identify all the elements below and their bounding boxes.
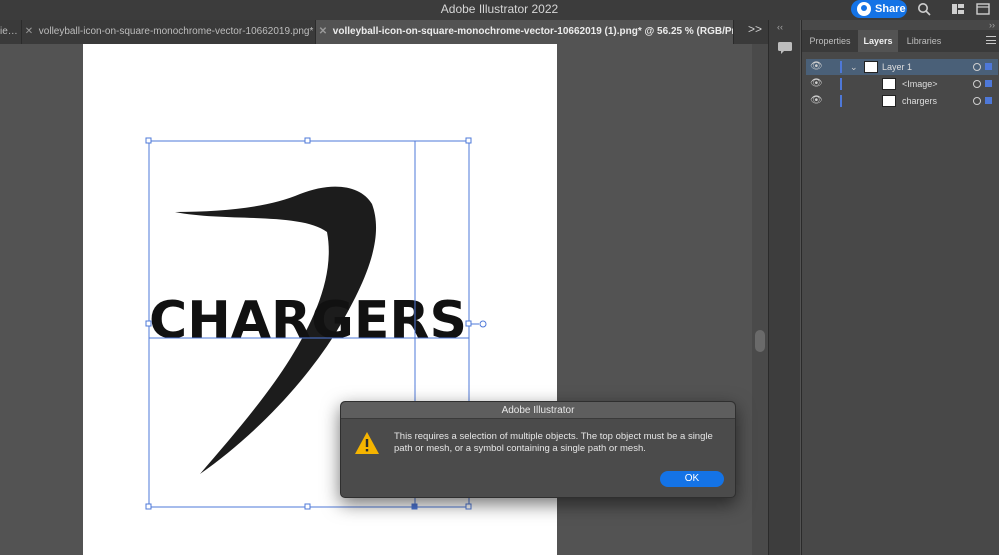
selection-square-icon[interactable] — [985, 80, 992, 87]
artwork-text: CHARGERS — [149, 291, 467, 351]
layer-name: Layer 1 — [882, 62, 913, 72]
layer-thumbnail — [882, 95, 896, 107]
dialog-title: Adobe Illustrator — [341, 402, 735, 419]
layer-row-layer-1[interactable]: 👁 ⌄ Layer 1 — [806, 59, 998, 75]
workspace-switcher-icon[interactable] — [951, 2, 965, 19]
layer-thumbnail — [882, 78, 896, 90]
collapse-arrows-icon[interactable]: ‹‹ — [777, 22, 783, 32]
tab-label: volleyball-icon-on-square-monochrome-vec… — [38, 26, 314, 37]
warning-icon — [354, 431, 380, 460]
visibility-eye-icon[interactable]: 👁 — [810, 59, 823, 75]
layers-panel: ›› Properties Layers Libraries 👁 ⌄ Layer… — [801, 20, 999, 555]
layer-row-chargers[interactable]: 👁 chargers — [806, 93, 998, 109]
layer-row-image[interactable]: 👁 <Image> — [806, 76, 998, 92]
panel-tab-bar: Properties Layers Libraries — [802, 30, 999, 52]
tab-document-2[interactable]: ✕ volleyball-icon-on-square-monochrome-v… — [22, 20, 316, 44]
tab-label: volleyball-icon-on-square-monochrome-vec… — [332, 26, 734, 37]
search-icon[interactable] — [917, 2, 931, 19]
app-title-bar: Adobe Illustrator 2022 — [0, 0, 999, 20]
tab-document-1[interactable]: ie… — [0, 20, 22, 44]
collapsed-panel-column: ‹‹ — [768, 20, 800, 555]
target-circle-icon[interactable] — [973, 80, 981, 88]
close-icon[interactable]: ✕ — [316, 20, 330, 44]
target-circle-icon[interactable] — [973, 97, 981, 105]
comments-icon[interactable] — [777, 41, 793, 60]
tabs-overflow-button[interactable]: >> — [748, 22, 762, 36]
share-button[interactable]: Share — [851, 0, 907, 18]
layer-thumbnail — [864, 61, 878, 73]
app-title: Adobe Illustrator 2022 — [440, 2, 559, 16]
panel-menu-icon[interactable] — [986, 36, 996, 44]
layer-name: <Image> — [902, 79, 938, 89]
selection-square-icon[interactable] — [985, 63, 992, 70]
target-circle-icon[interactable] — [973, 63, 981, 71]
tab-document-active[interactable]: ✕ volleyball-icon-on-square-monochrome-v… — [316, 20, 734, 44]
dialog-message: This requires a selection of multiple ob… — [394, 431, 713, 454]
layer-name: chargers — [902, 96, 938, 106]
user-icon — [857, 2, 871, 16]
arrange-documents-icon[interactable] — [976, 2, 990, 19]
vertical-scrollbar[interactable] — [752, 44, 768, 555]
chevron-down-icon[interactable]: ⌄ — [850, 59, 858, 75]
visibility-eye-icon[interactable]: 👁 — [810, 93, 823, 109]
visibility-eye-icon[interactable]: 👁 — [810, 76, 823, 92]
scroll-thumb[interactable] — [755, 330, 765, 352]
close-icon[interactable]: ✕ — [22, 20, 36, 44]
ok-button[interactable]: OK — [660, 471, 724, 487]
layer-color-bar — [840, 95, 842, 107]
alert-dialog: Adobe Illustrator This requires a select… — [340, 401, 736, 498]
layer-color-bar — [840, 61, 842, 73]
layer-color-bar — [840, 78, 842, 90]
tab-properties[interactable]: Properties — [802, 30, 858, 52]
tab-label: ie… — [0, 26, 18, 37]
selection-square-icon[interactable] — [985, 97, 992, 104]
document-tab-bar: ie… ✕ volleyball-icon-on-square-monochro… — [0, 20, 768, 44]
share-label: Share — [875, 3, 906, 15]
tab-layers[interactable]: Layers — [858, 30, 898, 52]
expand-arrows-icon[interactable]: ›› — [989, 20, 995, 30]
tab-libraries[interactable]: Libraries — [898, 30, 950, 52]
